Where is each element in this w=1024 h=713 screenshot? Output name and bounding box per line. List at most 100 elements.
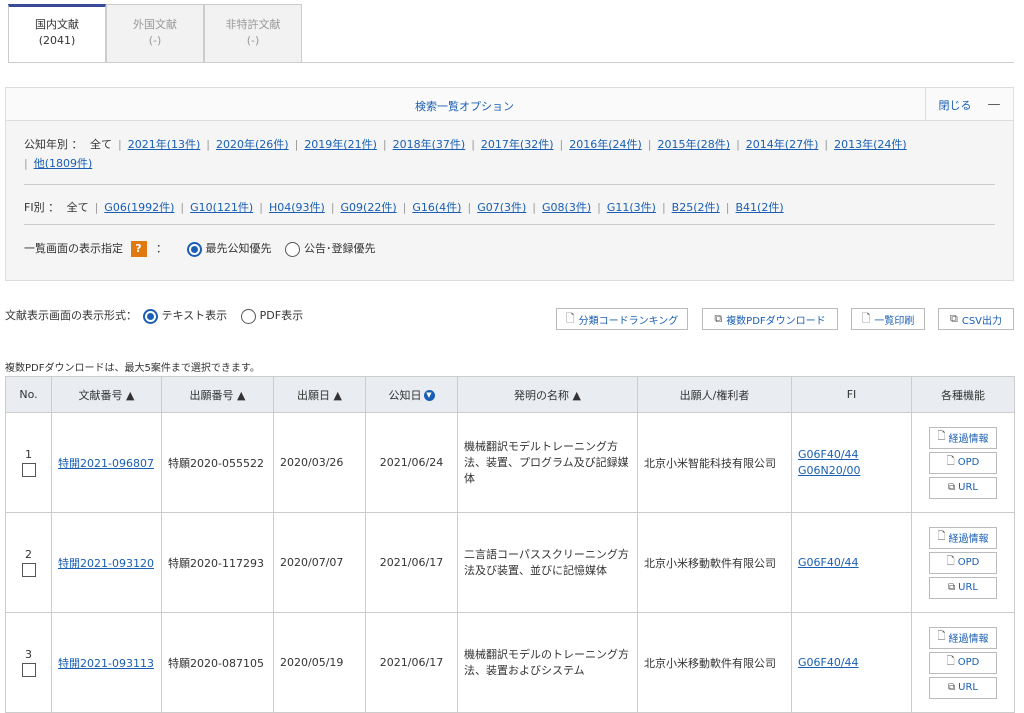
tab-domestic[interactable]: 国内文献 (2041)	[8, 4, 106, 62]
history-button[interactable]: 🗋 経過情報	[929, 626, 997, 649]
fi-link[interactable]: G08(3件)	[542, 201, 591, 214]
opd-button[interactable]: 🗋 OPD	[929, 651, 997, 674]
separator: |	[597, 201, 601, 214]
header-applicant: 出願人/権利者	[637, 376, 792, 413]
row-number: 2	[25, 548, 32, 561]
fi-link[interactable]: G06(1992件)	[104, 201, 174, 214]
cell-app-number: 特願2020-087105	[161, 612, 274, 713]
year-links: 2021年(13件) | 2020年(26件) | 2019年(21件) | 2018年(3…	[128, 138, 907, 151]
radio-label-pdf: PDF表示	[259, 309, 304, 322]
year-filter-row: 公知年別 ： 全て | 2021年(13件) | 2020年(26件) | 2019年(21…	[24, 135, 995, 173]
button-label: 複数PDFダウンロード	[726, 315, 826, 327]
fi-code-link[interactable]: G06F40/44	[798, 448, 859, 461]
fi-code-link[interactable]: G06N20/00	[798, 464, 860, 477]
document-icon: 🗋	[937, 431, 946, 442]
fi-link[interactable]: B25(2件)	[672, 201, 720, 214]
fi-link[interactable]: G11(3件)	[607, 201, 656, 214]
separator: |	[180, 201, 185, 214]
url-button[interactable]: ⧉ URL	[929, 476, 997, 499]
fi-code-link[interactable]: G06F40/44	[798, 556, 859, 569]
row-checkbox[interactable]	[21, 663, 36, 677]
fi-link[interactable]: H04(93件)	[269, 201, 325, 214]
separator: |	[725, 201, 730, 214]
cell-functions: 🗋 経過情報 🗋 OPD ⧉ URL	[911, 512, 1015, 613]
document-icon: 🗋	[946, 456, 955, 467]
separator: |	[736, 138, 740, 151]
cell-doc-number: 特開2021-093120	[51, 512, 162, 613]
collapse-icon: —	[987, 97, 1001, 112]
history-button[interactable]: 🗋 経過情報	[929, 526, 997, 549]
header-title[interactable]: 発明の名称 ▲	[457, 376, 638, 413]
button-label: CSV出力	[961, 315, 1003, 327]
tab-non-patent[interactable]: 非特許文献 (-)	[204, 4, 302, 62]
fi-link[interactable]: G16(4件)	[412, 201, 461, 214]
multi-pdf-download-button[interactable]: ⧉ 複数PDFダウンロード	[702, 308, 838, 330]
cell-pub-date: 2021/06/24	[365, 412, 458, 513]
radio-announcement-registration[interactable]	[285, 241, 300, 257]
opd-button[interactable]: 🗋 OPD	[929, 551, 997, 574]
cell-doc-number: 特開2021-096807	[51, 412, 162, 513]
url-button[interactable]: ⧉ URL	[929, 676, 997, 699]
tab-foreign[interactable]: 外国文献 (-)	[106, 4, 204, 62]
header-app-number[interactable]: 出願番号 ▲	[161, 376, 274, 413]
separator: |	[824, 138, 829, 151]
table-header-row: No. 文献番号 ▲ 出願番号 ▲ 出願日 ▲ 公知日 ▼ 発明の名称 ▲ 出願人…	[5, 376, 1015, 413]
document-format-row: 文献表示画面の表示形式： テキスト表示 PDF表示	[5, 306, 303, 326]
fi-link[interactable]: G09(22件)	[341, 201, 397, 214]
year-link[interactable]: 2018年(37件)	[393, 138, 466, 151]
document-type-tabs: 国内文献 (2041) 外国文献 (-) 非特許文献 (-)	[8, 4, 302, 62]
help-icon[interactable]: ?	[130, 241, 147, 257]
year-link[interactable]: 2020年(26件)	[216, 138, 289, 151]
results-table: No. 文献番号 ▲ 出願番号 ▲ 出願日 ▲ 公知日 ▼ 発明の名称 ▲ 出願人…	[5, 376, 1015, 713]
header-label: 公知日	[388, 388, 422, 402]
cell-applicant: 北京小米智能科技有限公司	[637, 412, 792, 513]
doc-number-link[interactable]: 特開2021-093120	[58, 557, 154, 570]
separator: |	[259, 201, 263, 214]
classification-ranking-button[interactable]: 🗋 分類コードランキング	[556, 308, 688, 330]
fi-filter-label: FI別 ：	[24, 201, 60, 214]
header-app-date[interactable]: 出願日 ▲	[273, 376, 366, 413]
header-doc-number[interactable]: 文献番号 ▲	[51, 376, 162, 413]
year-link-other[interactable]: 他(1809件)	[34, 157, 93, 170]
close-options-button[interactable]: 閉じる —	[925, 88, 1013, 121]
radio-pdf-display[interactable]	[240, 308, 256, 324]
separator: |	[294, 138, 299, 151]
separator: |	[330, 201, 335, 214]
fi-code-link[interactable]: G06F40/44	[798, 656, 859, 669]
cell-app-number: 特願2020-117293	[161, 512, 274, 613]
year-link[interactable]: 2013年(24件)	[834, 138, 907, 151]
year-link[interactable]: 2016年(24件)	[569, 138, 642, 151]
radio-earliest-publication[interactable]	[186, 241, 202, 257]
year-link[interactable]: 2017年(32件)	[481, 138, 554, 151]
url-button[interactable]: ⧉ URL	[929, 576, 997, 599]
fi-link[interactable]: G10(121件)	[190, 201, 253, 214]
row-checkbox[interactable]	[21, 563, 36, 577]
list-print-button[interactable]: 🗋 一覧印刷	[851, 308, 925, 330]
sort-desc-icon: ▼	[423, 390, 435, 401]
doc-number-link[interactable]: 特開2021-093113	[58, 657, 154, 670]
close-label: 閉じる	[938, 98, 972, 112]
csv-export-button[interactable]: ⧉ CSV出力	[938, 308, 1014, 330]
cell-app-number: 特願2020-055522	[161, 412, 274, 513]
cell-fi: G06F40/44	[791, 612, 912, 713]
year-link[interactable]: 2021年(13件)	[128, 138, 201, 151]
external-link-icon: ⧉	[948, 482, 956, 493]
fi-filter-row: FI別 ： 全て | G06(1992件) | G10(121件) | H04(93件) | G…	[24, 198, 995, 217]
fi-link[interactable]: G07(3件)	[477, 201, 526, 214]
year-link[interactable]: 2015年(28件)	[658, 138, 731, 151]
tab-count: (-)	[148, 34, 162, 47]
radio-text-display[interactable]	[142, 308, 158, 324]
document-icon: 🗋	[946, 656, 955, 667]
opd-button[interactable]: 🗋 OPD	[929, 451, 997, 474]
button-label: OPD	[957, 457, 980, 468]
fi-link[interactable]: B41(2件)	[736, 201, 784, 214]
display-setting-row: 一覧画面の表示指定 ? ： 最先公知優先 公告･登録優先	[24, 239, 995, 258]
doc-number-link[interactable]: 特開2021-096807	[58, 457, 154, 470]
year-link[interactable]: 2014年(27件)	[746, 138, 819, 151]
history-button[interactable]: 🗋 経過情報	[929, 426, 997, 449]
cell-pub-date: 2021/06/17	[365, 512, 458, 613]
row-checkbox[interactable]	[21, 463, 36, 477]
button-label: URL	[958, 482, 978, 493]
header-pub-date[interactable]: 公知日 ▼	[365, 376, 458, 413]
year-link[interactable]: 2019年(21件)	[304, 138, 377, 151]
